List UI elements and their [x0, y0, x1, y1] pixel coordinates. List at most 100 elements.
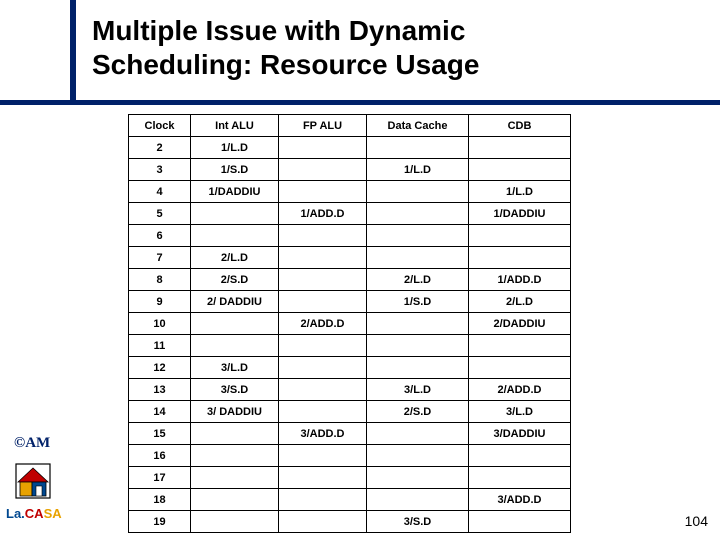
title-line-1: Multiple Issue with Dynamic [92, 15, 465, 46]
cell-int: 2/ DADDIU [191, 291, 279, 313]
table-row: 193/S.D [129, 511, 571, 533]
cell-cdb: 1/L.D [469, 181, 571, 203]
cell-cdb [469, 225, 571, 247]
cell-fp [279, 225, 367, 247]
lacasa-logo: La.CASA [6, 506, 62, 521]
title-line-2: Scheduling: Resource Usage [92, 49, 479, 80]
accent-vertical [70, 0, 76, 105]
cell-int [191, 445, 279, 467]
cell-dc: 3/S.D [367, 511, 469, 533]
cell-dc [367, 137, 469, 159]
cell-fp [279, 181, 367, 203]
cell-cdb [469, 511, 571, 533]
lacasa-la: La. [6, 506, 25, 521]
table-row: 82/S.D 2/L.D1/ADD.D [129, 269, 571, 291]
cell-cdb: 1/DADDIU [469, 203, 571, 225]
cell-fp [279, 357, 367, 379]
cell-cdb: 2/ADD.D [469, 379, 571, 401]
cell-dc: 1/S.D [367, 291, 469, 313]
cell-int [191, 225, 279, 247]
cell-fp [279, 335, 367, 357]
cell-fp: 3/ADD.D [279, 423, 367, 445]
cell-dc: 2/L.D [367, 269, 469, 291]
table-row: 17 [129, 467, 571, 489]
cell-dc [367, 225, 469, 247]
lacasa-ca: CA [25, 506, 44, 521]
cell-fp [279, 247, 367, 269]
cell-dc [367, 247, 469, 269]
table-row: 15 3/ADD.D 3/DADDIU [129, 423, 571, 445]
cell-cdb [469, 357, 571, 379]
cell-cdb [469, 445, 571, 467]
col-fp-alu: FP ALU [279, 115, 367, 137]
cell-clock: 3 [129, 159, 191, 181]
cell-clock: 17 [129, 467, 191, 489]
page-number: 104 [685, 513, 708, 529]
col-data-cache: Data Cache [367, 115, 469, 137]
table-row: 143/ DADDIU 2/S.D3/L.D [129, 401, 571, 423]
table-row: 5 1/ADD.D 1/DADDIU [129, 203, 571, 225]
cell-cdb: 1/ADD.D [469, 269, 571, 291]
table-row: 41/DADDIU1/L.D [129, 181, 571, 203]
cell-clock: 8 [129, 269, 191, 291]
cell-fp: 1/ADD.D [279, 203, 367, 225]
cell-dc [367, 489, 469, 511]
cell-int: 2/S.D [191, 269, 279, 291]
col-int-alu: Int ALU [191, 115, 279, 137]
cell-fp [279, 269, 367, 291]
cell-int [191, 313, 279, 335]
table-header-row: Clock Int ALU FP ALU Data Cache CDB [129, 115, 571, 137]
lacasa-sa: SA [44, 506, 62, 521]
cell-int: 3/S.D [191, 379, 279, 401]
cell-dc: 2/S.D [367, 401, 469, 423]
cell-fp [279, 291, 367, 313]
cell-dc: 3/L.D [367, 379, 469, 401]
table-row: 21/L.D [129, 137, 571, 159]
cell-clock: 11 [129, 335, 191, 357]
cell-dc [367, 423, 469, 445]
cell-clock: 14 [129, 401, 191, 423]
cell-cdb: 3/L.D [469, 401, 571, 423]
copyright-am: ©AM [14, 435, 50, 452]
cell-int [191, 423, 279, 445]
slide-title: Multiple Issue with Dynamic Scheduling: … [92, 14, 479, 81]
cell-cdb: 3/DADDIU [469, 423, 571, 445]
cell-clock: 13 [129, 379, 191, 401]
cell-int [191, 335, 279, 357]
cell-clock: 6 [129, 225, 191, 247]
cell-clock: 5 [129, 203, 191, 225]
cell-dc [367, 203, 469, 225]
table-row: 183/ADD.D [129, 489, 571, 511]
cell-cdb [469, 137, 571, 159]
resource-usage-table-wrap: Clock Int ALU FP ALU Data Cache CDB 21/L… [128, 114, 570, 533]
cell-clock: 7 [129, 247, 191, 269]
table-row: 133/S.D 3/L.D2/ADD.D [129, 379, 571, 401]
cell-fp [279, 401, 367, 423]
cell-clock: 9 [129, 291, 191, 313]
table-row: 16 [129, 445, 571, 467]
col-clock: Clock [129, 115, 191, 137]
cell-fp [279, 489, 367, 511]
cell-cdb: 2/L.D [469, 291, 571, 313]
cell-clock: 10 [129, 313, 191, 335]
slide: Multiple Issue with Dynamic Scheduling: … [0, 0, 720, 540]
cell-int [191, 511, 279, 533]
table-row: 72/L.D [129, 247, 571, 269]
cell-int: 3/L.D [191, 357, 279, 379]
cell-int: 2/L.D [191, 247, 279, 269]
cell-clock: 15 [129, 423, 191, 445]
cell-fp [279, 159, 367, 181]
resource-usage-table: Clock Int ALU FP ALU Data Cache CDB 21/L… [128, 114, 571, 533]
cell-dc [367, 181, 469, 203]
cell-fp [279, 137, 367, 159]
cell-int: 3/ DADDIU [191, 401, 279, 423]
cell-dc: 1/L.D [367, 159, 469, 181]
cell-fp [279, 445, 367, 467]
cell-int: 1/DADDIU [191, 181, 279, 203]
cell-fp: 2/ADD.D [279, 313, 367, 335]
cell-fp [279, 379, 367, 401]
cell-cdb [469, 159, 571, 181]
table-row: 11 [129, 335, 571, 357]
cell-fp [279, 511, 367, 533]
cell-dc [367, 445, 469, 467]
